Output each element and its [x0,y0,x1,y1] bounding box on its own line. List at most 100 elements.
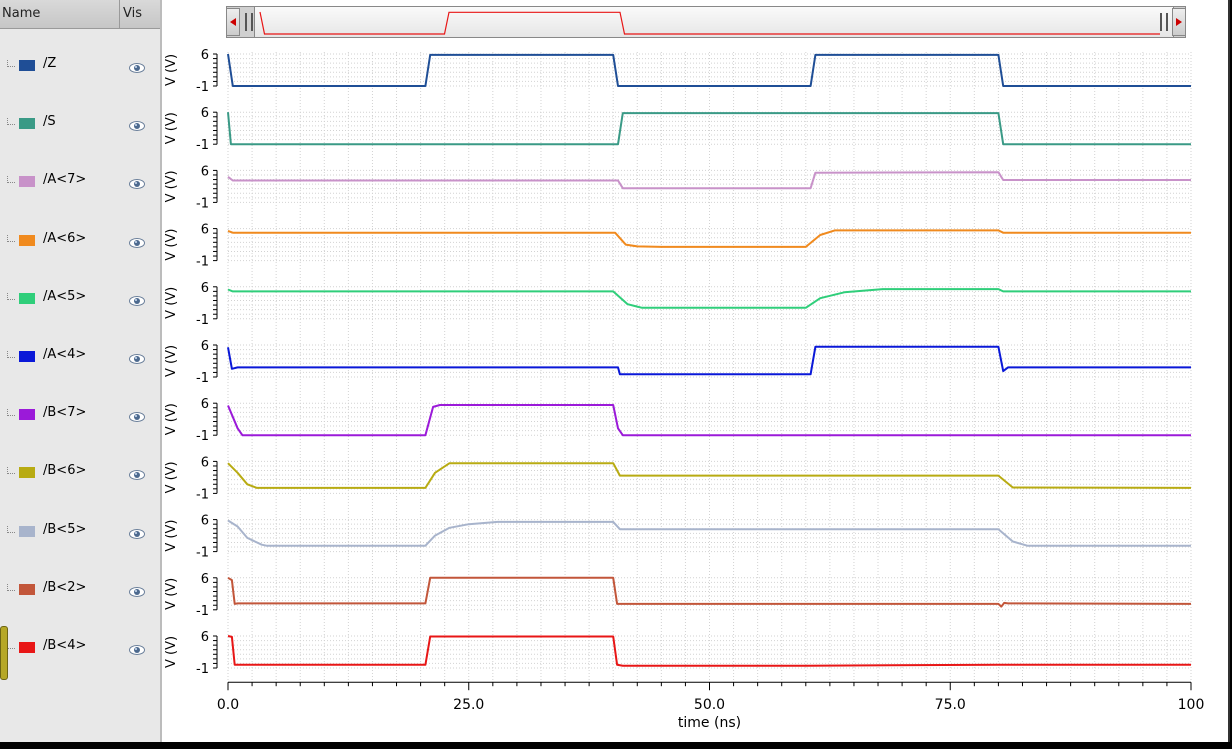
tree-connector [7,409,15,417]
y-axis-label: V (V) [164,345,179,377]
name-column-header[interactable]: Name [0,0,120,28]
signal-name: /A<6> [43,230,87,246]
selection-marker[interactable] [0,626,8,680]
y-tick-label: -1 [196,80,209,95]
signal-color-swatch[interactable] [19,467,35,479]
visibility-eye-icon[interactable] [129,117,145,132]
y-tick-label: -1 [196,138,209,153]
signal-color-swatch[interactable] [19,351,35,362]
signal-name: /Z [43,56,57,71]
x-tick-label: 25.0 [453,697,484,713]
signal-name: /B<6> [43,463,87,479]
signal-list-panel: Name Vis /Z/S/A<7> /A<6> /A<5> /A<4> /B<7> /B… [0,0,162,742]
x-tick-label: 0.0 [217,697,239,713]
y-axis-label: V (V) [164,403,179,435]
signal-row[interactable]: /B<6> [0,457,160,497]
y-axis-label: V (V) [164,461,179,493]
signal-color-swatch[interactable] [19,234,35,246]
y-axis-label: V (V) [164,578,179,610]
visibility-eye-icon[interactable] [129,234,145,248]
visibility-eye-icon[interactable] [129,583,145,597]
tree-connector [7,525,15,533]
signal-row[interactable]: /B<7> [0,399,160,439]
waveform-viewer: Name Vis /Z/S/A<7> /A<6> /A<5> /A<4> /B<7> /B… [0,0,1230,742]
signal-list-header: Name Vis [0,0,160,29]
tree-connector [7,176,15,184]
x-axis-label: time (ns) [678,715,741,731]
x-tick-label: 50.0 [694,697,725,713]
signal-color-swatch[interactable] [19,583,35,595]
signal-color-swatch[interactable] [19,409,35,421]
scroll-thumb[interactable] [254,6,1174,38]
signal-row[interactable]: /B<5> [0,516,160,556]
signal-name: /A<4> [43,347,87,362]
y-tick-label: -1 [196,546,209,561]
signal-name: /B<5> [43,521,87,537]
y-tick-label: -1 [196,662,209,677]
visibility-eye-icon[interactable] [129,466,145,481]
y-axis-label: V (V) [164,636,179,668]
thumb-grip-left-icon[interactable] [245,13,253,31]
thumb-grip-right-icon[interactable] [1160,13,1168,31]
y-tick-label: 6 [201,455,209,470]
scroll-right-button[interactable] [1172,8,1186,36]
signal-name: /A<7> [43,172,87,188]
signal-row[interactable]: /A<4> [0,341,160,381]
y-tick-label: 6 [201,572,209,587]
left-arrow-icon [230,18,236,26]
y-tick-label: -1 [196,255,209,270]
signal-row[interactable]: /S [0,108,160,148]
visibility-eye-icon[interactable] [129,641,145,655]
waveform-plot-area[interactable]: 6 -1 V (V) 6 -1 V (V) 6 -1 V (V) 6 -1 V (V) 6 -1 V (V)… [162,44,1228,742]
tree-connector [7,467,15,475]
signal-row[interactable]: /B<4> [0,632,160,672]
visibility-eye-icon[interactable] [129,350,145,364]
signal-row[interactable]: /A<5> [0,283,160,323]
signal-name: /B<7> [43,405,87,421]
tree-connector [7,118,15,126]
signal-color-swatch[interactable] [19,176,35,188]
tree-connector [7,642,15,649]
visibility-eye-icon[interactable] [129,292,145,306]
signal-row[interactable]: /B<2> [0,574,160,614]
right-arrow-icon [1176,18,1182,26]
tree-connector [7,351,15,358]
signal-color-swatch[interactable] [19,60,35,71]
signal-color-swatch[interactable] [19,292,35,304]
y-axis-label: V (V) [164,54,179,86]
x-tick-label: 75.0 [935,697,966,713]
signal-name: /A<5> [43,288,87,304]
y-tick-label: -1 [196,429,209,444]
signal-row[interactable]: /A<7> [0,166,160,206]
tree-connector [7,583,15,591]
y-tick-label: -1 [196,371,209,386]
signal-name: /B<2> [43,579,87,595]
visibility-eye-icon[interactable] [129,525,145,539]
waveform-chart: 6 -1 V (V) 6 -1 V (V) 6 -1 V (V) 6 -1 V (V) 6 -1 V (V)… [164,48,1205,731]
tree-connector [7,234,15,242]
y-axis-label: V (V) [164,170,179,202]
y-tick-label: 6 [201,630,209,645]
y-axis-label: V (V) [164,229,179,261]
y-tick-label: 6 [201,397,209,412]
signal-color-swatch[interactable] [19,642,35,653]
signal-row[interactable]: /A<6> [0,225,160,265]
y-axis-label: V (V) [164,287,179,319]
y-tick-label: -1 [196,313,209,328]
signal-row[interactable]: /Z [0,50,160,90]
time-overview-scrollbar [162,0,1228,44]
visibility-eye-icon[interactable] [129,59,145,73]
scroll-left-button[interactable] [226,8,240,36]
visibility-eye-icon[interactable] [129,175,145,190]
visibility-eye-icon[interactable] [129,408,145,423]
signal-color-swatch[interactable] [19,525,35,537]
vis-column-header[interactable]: Vis [121,0,160,28]
y-axis-label: V (V) [164,520,179,552]
y-tick-label: -1 [196,196,209,211]
y-tick-label: -1 [196,604,209,619]
y-tick-label: 6 [201,281,209,296]
x-tick-label: 100 [1178,697,1205,713]
y-tick-label: 6 [201,164,209,179]
y-axis-label: V (V) [164,112,179,144]
signal-color-swatch[interactable] [19,118,35,130]
